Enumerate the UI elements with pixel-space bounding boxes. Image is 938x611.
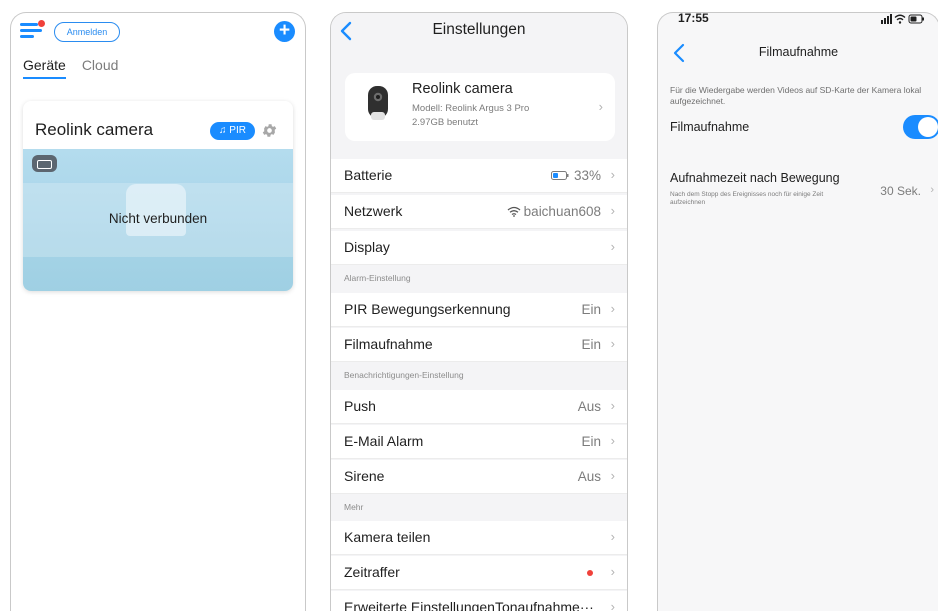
settings-row-timelapse[interactable]: Zeitraffer ›	[331, 556, 627, 590]
settings-row-share-camera[interactable]: Kamera teilen ›	[331, 521, 627, 555]
wifi-icon	[507, 206, 521, 217]
chevron-right-icon: ›	[610, 529, 615, 544]
row-value: baichuan608	[507, 204, 601, 219]
camera-name: Reolink camera	[35, 120, 154, 139]
chevron-right-icon: ›	[610, 433, 615, 448]
device-name: Reolink camera	[412, 81, 513, 97]
device-info-card[interactable]: Reolink camera Modell: Reolink Argus 3 P…	[345, 73, 615, 141]
chevron-right-icon: ›	[930, 184, 934, 196]
page-title: Filmaufnahme	[758, 45, 839, 59]
chevron-right-icon: ›	[610, 167, 615, 182]
row-label: PIR Bewegungserkennung	[344, 301, 511, 317]
post-motion-label: Aufnahmezeit nach Bewegung	[670, 171, 840, 185]
login-button[interactable]: Anmelden	[54, 22, 120, 42]
row-value: 33%	[550, 168, 601, 183]
connection-status: Nicht verbunden	[108, 211, 208, 226]
post-motion-description: Nach dem Stopp des Ereignisses noch für …	[670, 191, 824, 206]
page-title: Einstellungen	[432, 21, 526, 38]
row-label: E-Mail Alarm	[344, 433, 424, 449]
settings-row-pir[interactable]: PIR Bewegungserkennung Ein ›	[331, 293, 627, 327]
row-label: Erweiterte EinstellungenTonaufnahme···	[344, 599, 594, 611]
settings-row-push[interactable]: Push Aus ›	[331, 390, 627, 424]
row-value: Ein	[581, 434, 601, 449]
settings-row-siren[interactable]: Sirene Aus ›	[331, 460, 627, 494]
settings-row-display[interactable]: Display ›	[331, 231, 627, 265]
row-label: Display	[344, 239, 390, 255]
notification-dot	[38, 20, 45, 27]
row-label: Kamera teilen	[344, 529, 431, 545]
add-device-button[interactable]: +	[274, 21, 295, 42]
chevron-right-icon: ›	[610, 398, 615, 413]
row-label: Filmaufnahme	[344, 336, 433, 352]
row-label: Push	[344, 398, 376, 414]
row-label: Netzwerk	[344, 203, 403, 219]
recording-label: Filmaufnahme	[670, 120, 750, 134]
battery-icon	[550, 171, 569, 180]
tab-cloud[interactable]: Cloud	[82, 57, 119, 79]
tab-devices[interactable]: Geräte	[23, 57, 66, 79]
device-tabs: Geräte Cloud	[23, 57, 118, 79]
chevron-right-icon: ›	[610, 599, 615, 611]
bell-icon: ♫	[219, 125, 227, 136]
devices-screen: Anmelden + Geräte Cloud Reolink camera ♫…	[10, 12, 306, 611]
settings-row-recording[interactable]: Filmaufnahme Ein ›	[331, 328, 627, 362]
settings-row-advanced[interactable]: Erweiterte EinstellungenTonaufnahme··· ›	[331, 591, 627, 611]
settings-header: Einstellungen	[331, 13, 627, 57]
device-model: Modell: Reolink Argus 3 Pro	[412, 103, 530, 114]
battery-icon	[32, 155, 57, 172]
settings-row-network[interactable]: Netzwerk baichuan608 ›	[331, 195, 627, 229]
wifi-icon	[894, 14, 906, 24]
chevron-right-icon: ›	[610, 468, 615, 483]
row-value: Aus	[577, 469, 601, 484]
pir-label: PIR	[229, 125, 246, 136]
status-time: 17:55	[678, 12, 709, 25]
recording-description: Für die Wiedergabe werden Videos auf SD-…	[670, 85, 922, 106]
device-storage: 2.97GB benutzt	[412, 117, 479, 128]
chevron-right-icon: ›	[598, 99, 603, 114]
chevron-right-icon: ›	[610, 336, 615, 351]
top-bar: Anmelden +	[11, 13, 305, 53]
menu-icon[interactable]	[20, 20, 45, 39]
row-value: Aus	[577, 399, 601, 414]
settings-row-battery[interactable]: Batterie 33% ›	[331, 159, 627, 193]
status-icons	[881, 14, 924, 24]
gear-icon[interactable]	[261, 122, 278, 139]
row-value: Ein	[581, 337, 601, 352]
settings-row-email-alarm[interactable]: E-Mail Alarm Ein ›	[331, 425, 627, 459]
chevron-right-icon: ›	[610, 301, 615, 316]
section-more: Mehr	[344, 502, 364, 512]
row-label: Sirene	[344, 468, 385, 484]
toggle-knob	[918, 117, 938, 137]
battery-icon	[908, 14, 924, 24]
camera-card[interactable]: Reolink camera ♫ PIR Nicht verbunden	[23, 101, 293, 291]
recording-toggle[interactable]	[903, 115, 938, 139]
row-label: Batterie	[344, 167, 393, 183]
camera-icon	[368, 86, 388, 120]
new-badge-dot	[587, 570, 593, 576]
signal-icon	[881, 14, 892, 24]
post-motion-value: 30 Sek.	[880, 184, 921, 198]
row-label: Zeitraffer	[344, 564, 400, 580]
chevron-right-icon: ›	[610, 203, 615, 218]
chevron-right-icon: ›	[610, 239, 615, 254]
row-value: Ein	[581, 302, 601, 317]
pir-badge[interactable]: ♫ PIR	[210, 122, 255, 140]
section-notifications: Benachrichtigungen-Einstellung	[344, 370, 464, 380]
chevron-right-icon: ›	[610, 564, 615, 579]
recording-screen: 17:55 Filmaufnahme Für die Wiedergabe we…	[657, 12, 938, 611]
section-alarm: Alarm-Einstellung	[344, 273, 411, 283]
camera-preview[interactable]: Nicht verbunden	[23, 149, 293, 291]
settings-screen: Einstellungen Reolink camera Modell: Reo…	[330, 12, 628, 611]
